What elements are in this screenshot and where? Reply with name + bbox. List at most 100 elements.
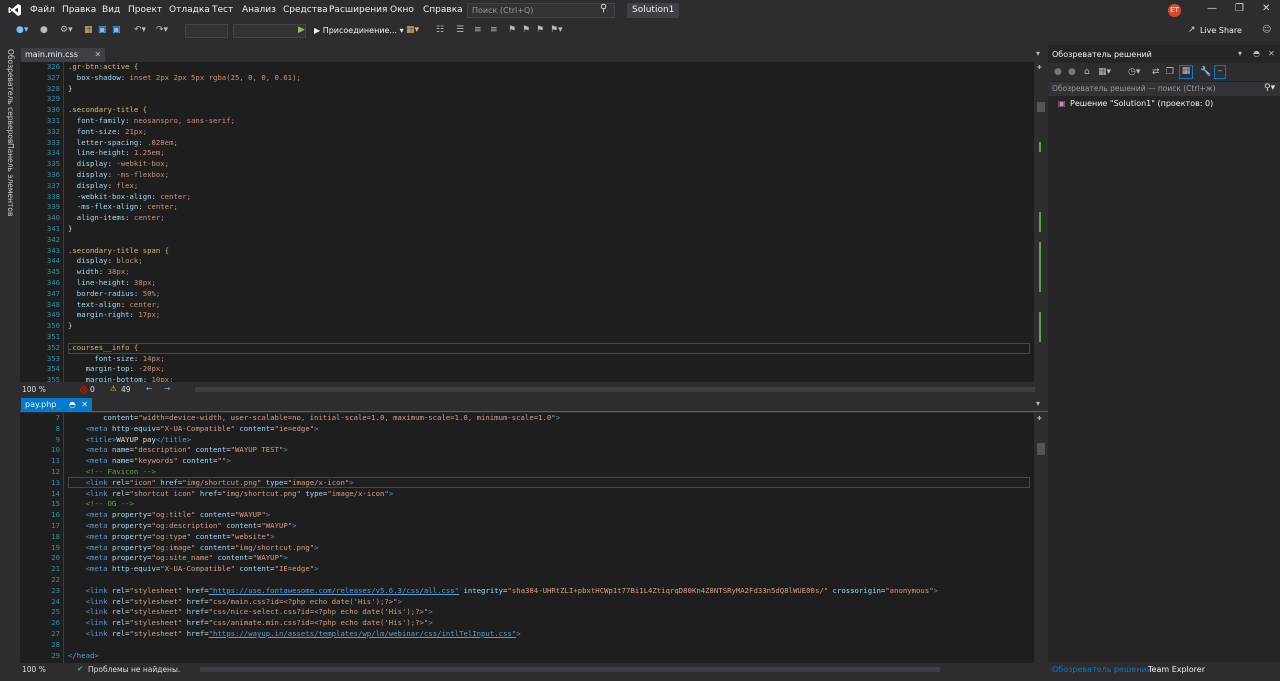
tab-team-explorer[interactable]: Team Explorer (1148, 665, 1205, 674)
scroll-thumb[interactable] (1037, 102, 1045, 112)
open-folder-icon[interactable]: ▦ (84, 25, 93, 35)
split-icon[interactable]: ✚ (1037, 413, 1042, 422)
tab-pay-php[interactable]: pay.php ◓ ✕ (21, 398, 93, 412)
code-line[interactable] (68, 332, 1030, 343)
properties-icon[interactable]: 🔧 (1200, 67, 1211, 77)
code-line[interactable]: box-shadow: inset 2px 2px 5px rgba(25, 0… (68, 73, 1030, 84)
code-line[interactable]: <meta property="og:title" content="WAYUP… (68, 510, 1030, 521)
warning-icon[interactable]: ⚠ (110, 384, 117, 393)
new-project-icon[interactable]: ⚙▾ (60, 25, 73, 35)
panel-dropdown-icon[interactable]: ▾ (1238, 49, 1242, 58)
code-line[interactable]: <meta property="og:description" content=… (68, 521, 1030, 532)
menu-tools[interactable]: Средства (283, 5, 328, 15)
bookmark-clear-icon[interactable]: ⚑▾ (550, 25, 563, 35)
forward-icon[interactable]: ● (1068, 67, 1076, 77)
code-line[interactable]: <meta name="description" content="WAYUP … (68, 445, 1030, 456)
tab-dropdown-icon[interactable]: ▾ (1036, 399, 1040, 408)
code-line[interactable]: display: -ms-flexbox; (68, 170, 1030, 181)
home-icon[interactable]: ⌂ (1084, 67, 1090, 77)
code-line[interactable]: display: -webkit-box; (68, 159, 1030, 170)
sync-icon[interactable]: ⇄ (1152, 67, 1160, 77)
server-explorer-tab[interactable]: Обозреватель серверов (6, 49, 15, 143)
solution-tree-root[interactable]: Решение "Solution1" (проектов: 0) (1070, 99, 1213, 108)
code-line[interactable]: content="width=device-width, user-scalab… (68, 413, 1030, 424)
code-line[interactable]: margin-bottom: 10px; (68, 375, 1030, 382)
maximize-icon[interactable]: ❐ (1235, 3, 1244, 14)
code-line[interactable]: line-height: 1.25em; (68, 148, 1030, 159)
error-icon[interactable]: ⨂ (80, 385, 88, 394)
pending-changes-icon[interactable]: ◷▾ (1128, 67, 1140, 77)
code-line[interactable]: <meta property="og:type" content="websit… (68, 532, 1030, 543)
no-issues-status[interactable]: Проблемы не найдены. (88, 665, 180, 674)
code-area[interactable]: content="width=device-width, user-scalab… (68, 413, 1030, 663)
live-share-icon[interactable]: ↗ (1188, 25, 1196, 35)
code-line[interactable]: display: block; (68, 256, 1030, 267)
code-line[interactable]: } (68, 84, 1030, 95)
code-line[interactable]: .secondary-title span { (68, 246, 1030, 257)
vertical-scrollbar[interactable]: ✚ (1034, 62, 1048, 382)
code-line[interactable]: margin-top: -20px; (68, 364, 1030, 375)
panel-close-icon[interactable]: ✕ (1268, 49, 1275, 58)
panel-pin-icon[interactable]: ◓ (1253, 49, 1260, 58)
indent-icon[interactable]: ≡ (474, 25, 482, 35)
show-all-files-icon[interactable]: ▦ (1179, 65, 1193, 79)
code-line[interactable]: border-radius: 50%; (68, 289, 1030, 300)
horizontal-scrollbar[interactable] (195, 387, 1035, 392)
code-line[interactable]: font-size: 14px; (68, 354, 1030, 365)
user-avatar[interactable]: ET (1168, 4, 1181, 17)
code-line[interactable]: margin-right: 17px; (68, 310, 1030, 321)
quick-launch-search-input[interactable]: Поиск (Ctrl+Q) (467, 3, 615, 18)
next-issue-icon[interactable]: → (164, 384, 170, 393)
code-area[interactable]: .gr-btn:active { box-shadow: inset 2px 2… (68, 62, 1030, 382)
search-icon[interactable]: ⚲ (600, 3, 607, 14)
configuration-combo[interactable] (185, 24, 228, 38)
code-line[interactable] (68, 640, 1030, 651)
search-icon[interactable]: ⚲▾ (1264, 83, 1275, 93)
menu-extensions[interactable]: Расширения (329, 5, 387, 15)
code-line[interactable]: <title>WAYUP pay</title> (68, 435, 1030, 446)
attach-button[interactable]: ▶ Присоединение... ▾ (314, 26, 404, 35)
bookmark-prev-icon[interactable]: ⚑ (522, 25, 530, 35)
code-line[interactable]: <meta http-equiv="X-UA-Compatible" conte… (68, 424, 1030, 435)
undo-icon[interactable]: ↶▾ (134, 25, 146, 35)
code-line[interactable]: line-height: 38px; (68, 278, 1030, 289)
code-line[interactable]: font-family: neosanspro, sans-serif; (68, 116, 1030, 127)
menu-debug[interactable]: Отладка (169, 5, 210, 15)
warning-count[interactable]: 49 (121, 385, 131, 394)
tab-solution-explorer[interactable]: Обозреватель решений (1052, 665, 1152, 674)
code-line[interactable]: <link rel="stylesheet" href="https://use… (68, 586, 1030, 597)
tab-dropdown-icon[interactable]: ▾ (1036, 49, 1040, 58)
save-icon[interactable]: ▣ (98, 25, 107, 35)
prev-issue-icon[interactable]: ← (146, 384, 152, 393)
menu-analyze[interactable]: Анализ (242, 5, 276, 15)
tab-main-min-css[interactable]: main.min.css ✕ (21, 48, 106, 62)
step-icon[interactable]: ☰ (456, 25, 464, 35)
platform-combo[interactable] (233, 24, 306, 38)
code-line[interactable]: </head> (68, 651, 1030, 662)
back-icon[interactable]: ● (1054, 67, 1062, 77)
back-icon[interactable]: ●▾ (16, 25, 28, 35)
code-line[interactable]: font-size: 21px; (68, 127, 1030, 138)
scroll-thumb[interactable] (1037, 443, 1045, 455)
save-all-icon[interactable]: ▣ (112, 25, 121, 35)
split-icon[interactable]: ✚ (1037, 62, 1042, 71)
hot-reload-icon[interactable]: ☷ (436, 25, 444, 35)
vertical-scrollbar[interactable]: ✚ (1034, 413, 1048, 663)
bookmark-icon[interactable]: ⚑ (508, 25, 516, 35)
menu-project[interactable]: Проект (128, 5, 162, 15)
code-line[interactable]: <meta http-equiv="X-UA-Compatible" conte… (68, 564, 1030, 575)
horizontal-scrollbar[interactable] (200, 667, 940, 672)
code-line[interactable] (68, 94, 1030, 105)
preview-icon[interactable]: – (1214, 65, 1226, 79)
menu-help[interactable]: Справка (423, 5, 463, 15)
php-editor[interactable]: 7 8 9 10 11 12 13 14 15 16 17 18 19 20 21 22 23 24 25 26 27 2… (20, 413, 1048, 663)
minimize-icon[interactable]: — (1207, 3, 1217, 14)
code-line[interactable]: -ms-flex-align: center; (68, 202, 1030, 213)
menu-test[interactable]: Тест (212, 5, 233, 15)
live-share-button[interactable]: Live Share (1200, 26, 1242, 35)
code-line[interactable]: .gr-btn:active { (68, 62, 1030, 73)
bookmark-next-icon[interactable]: ⚑ (536, 25, 544, 35)
code-line[interactable]: letter-spacing: .028em; (68, 138, 1030, 149)
pin-icon[interactable]: ◓ (69, 400, 76, 409)
code-line[interactable]: align-items: center; (68, 213, 1030, 224)
